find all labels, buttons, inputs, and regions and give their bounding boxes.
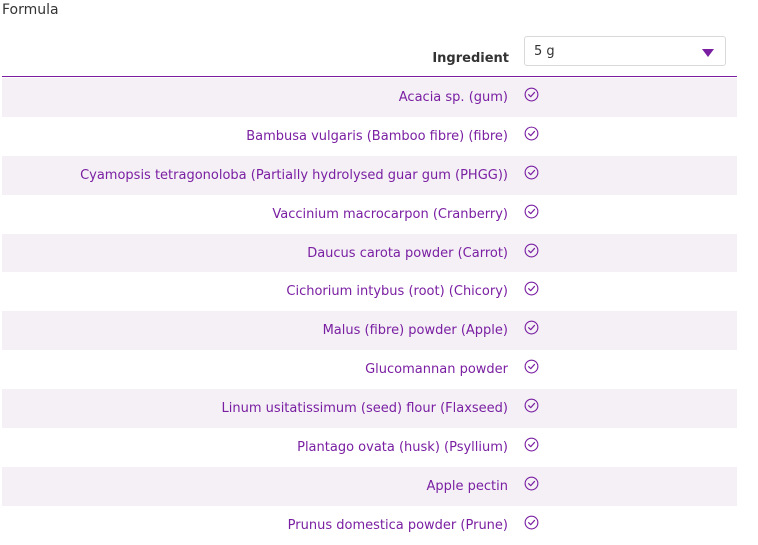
ingredient-label: Plantago ovata (husk) (Psyllium) — [297, 440, 508, 456]
check-circle-icon — [524, 476, 539, 491]
table-row: Bambusa vulgaris (Bamboo fibre) (fibre) — [2, 117, 737, 156]
table-row: Prunus domestica powder (Prune) — [2, 506, 737, 545]
header-divider — [2, 76, 737, 77]
ingredient-label: Malus (fibre) powder (Apple) — [322, 323, 508, 339]
table-row: Daucus carota powder (Carrot) — [2, 233, 737, 273]
ingredient-label: Daucus carota powder (Carrot) — [307, 245, 508, 261]
ingredient-label: Apple pectin — [426, 478, 509, 494]
ingredient-column-header: Ingredient — [432, 51, 509, 66]
dose-select-value: 5 g — [534, 44, 555, 59]
check-circle-icon — [524, 359, 539, 374]
ingredient-label: Bambusa vulgaris (Bamboo fibre) (fibre) — [246, 128, 508, 144]
table-row: Vaccinium macrocarpon (Cranberry) — [2, 195, 737, 234]
table-row: Cichorium intybus (root) (Chicory) — [2, 272, 737, 311]
chevron-down-icon — [702, 49, 714, 57]
table-row: Linum usitatissimum (seed) flour (Flaxse… — [2, 389, 737, 429]
ingredient-list: Acacia sp. (gum) Bambusa vulgaris (Bamboo… — [2, 78, 737, 545]
ingredient-label: Cyamopsis tetragonoloba (Partially hydro… — [80, 167, 508, 183]
ingredient-label: Linum usitatissimum (seed) flour (Flaxse… — [221, 401, 508, 417]
ingredient-label: Cichorium intybus (root) (Chicory) — [286, 284, 508, 300]
page-title: Formula — [2, 2, 59, 18]
check-circle-icon — [524, 87, 539, 102]
table-row: Plantago ovata (husk) (Psyllium) — [2, 428, 737, 467]
check-circle-icon — [524, 437, 539, 452]
table-header: Ingredient 5 g — [2, 36, 737, 76]
check-circle-icon — [524, 204, 539, 219]
ingredient-label: Vaccinium macrocarpon (Cranberry) — [272, 206, 508, 222]
ingredient-label: Glucomannan powder — [365, 362, 508, 378]
check-circle-icon — [524, 243, 539, 258]
dose-select[interactable]: 5 g — [524, 36, 726, 66]
ingredient-label: Prunus domestica powder (Prune) — [287, 517, 508, 533]
check-circle-icon — [524, 165, 539, 180]
table-row: Cyamopsis tetragonoloba (Partially hydro… — [2, 155, 737, 195]
ingredient-label: Acacia sp. (gum) — [398, 90, 508, 105]
table-row: Acacia sp. (gum) — [2, 78, 737, 117]
table-row: Glucomannan powder — [2, 350, 737, 389]
table-row: Apple pectin — [2, 466, 737, 506]
check-circle-icon — [524, 398, 539, 413]
check-circle-icon — [524, 515, 539, 530]
table-row: Malus (fibre) powder (Apple) — [2, 311, 737, 351]
check-circle-icon — [524, 126, 539, 141]
check-circle-icon — [524, 320, 539, 335]
check-circle-icon — [524, 281, 539, 296]
